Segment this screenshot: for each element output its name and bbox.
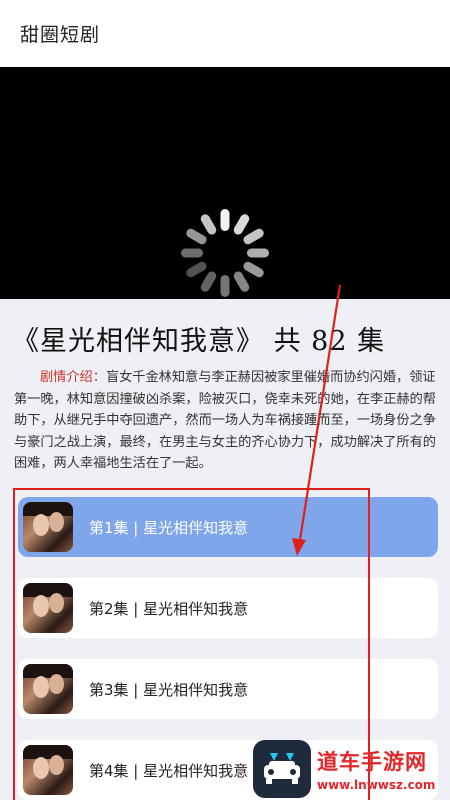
drama-title: 《星光相伴知我意》 共 82 集 — [12, 326, 386, 357]
synopsis-label: 剧情介绍： — [40, 370, 106, 385]
episode-label: 第3集 | 星光相伴知我意 — [89, 680, 249, 699]
synopsis: 剧情介绍：盲女千金林知意与李正赫因被家里催婚而协约闪婚，领证第一晚，林知意因撞破… — [14, 367, 442, 475]
episode-label: 第4集 | 星光相伴知我意 — [89, 761, 249, 780]
app-bar: 甜圈短剧 — [0, 0, 450, 67]
episode-thumbnail — [23, 583, 73, 633]
app-title: 甜圈短剧 — [20, 24, 101, 46]
watermark: 道车手游网 www.lnwwsz.com — [253, 738, 450, 800]
episode-item-2[interactable]: 第2集 | 星光相伴知我意 — [18, 578, 438, 638]
episode-thumbnail — [23, 502, 73, 552]
episode-item-1[interactable]: 第1集 | 星光相伴知我意 — [18, 497, 438, 557]
watermark-text: 道车手游网 www.lnwwsz.com — [317, 746, 435, 792]
video-player[interactable] — [0, 67, 450, 299]
episode-thumbnail — [23, 664, 73, 714]
episode-item-3[interactable]: 第3集 | 星光相伴知我意 — [18, 659, 438, 719]
loading-spinner-icon — [175, 203, 275, 303]
car-logo-icon — [253, 740, 311, 798]
watermark-main: 道车手游网 — [317, 750, 427, 774]
episode-label: 第1集 | 星光相伴知我意 — [89, 518, 249, 537]
episode-label: 第2集 | 星光相伴知我意 — [89, 599, 249, 618]
watermark-url: www.lnwwsz.com — [317, 778, 436, 792]
episode-thumbnail — [23, 745, 73, 795]
synopsis-text: 盲女千金林知意与李正赫因被家里催婚而协约闪婚，领证第一晚，林知意因撞破凶杀案，险… — [14, 370, 436, 471]
